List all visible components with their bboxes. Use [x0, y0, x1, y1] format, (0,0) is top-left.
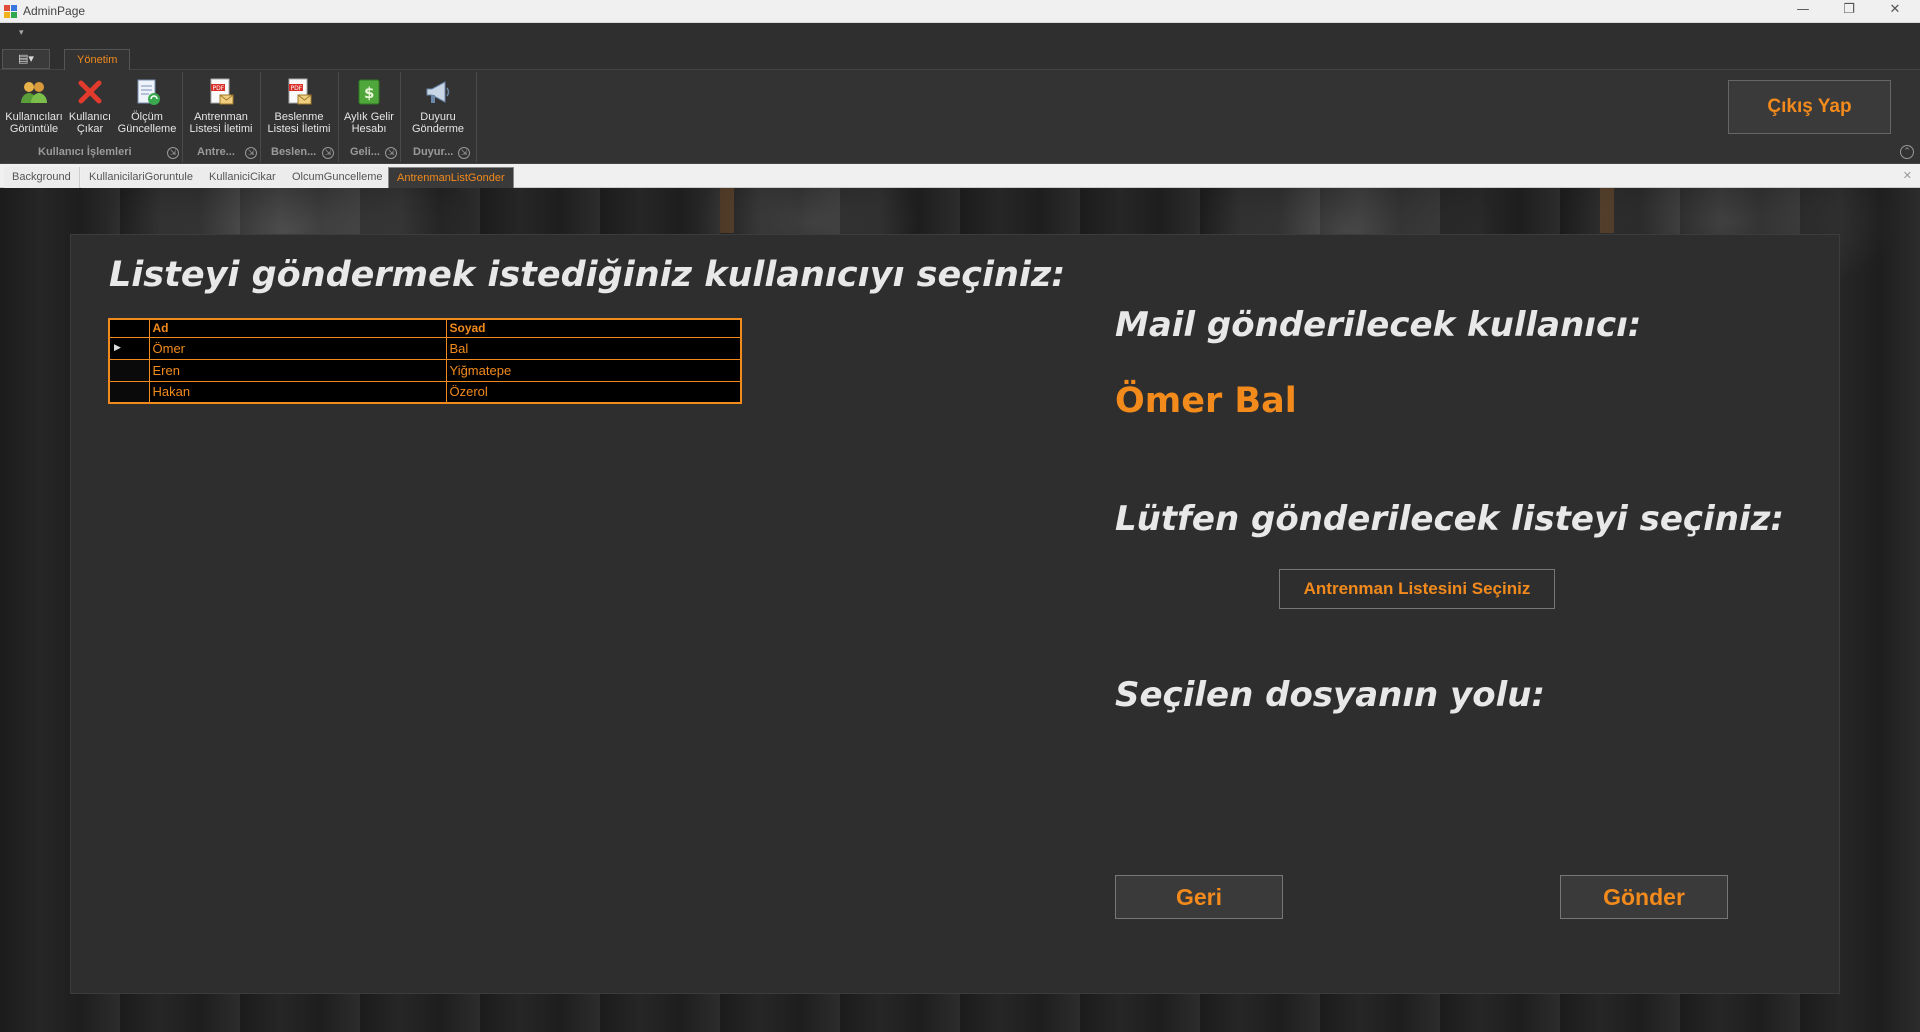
- red-x-icon: [75, 77, 105, 107]
- group-launcher-icon[interactable]: ⇲: [245, 147, 257, 159]
- group-launcher-icon[interactable]: ⇲: [458, 147, 470, 159]
- users-icon: [19, 77, 49, 107]
- megaphone-icon: [423, 77, 453, 107]
- selected-file-path-heading: Seçilen dosyanın yolu:: [1115, 675, 1546, 715]
- qat-dropdown-icon[interactable]: ▾: [19, 28, 24, 38]
- cell-ad[interactable]: Eren: [148, 358, 447, 382]
- group-separator: [476, 72, 477, 162]
- table-row[interactable]: Hakan Özerol: [108, 380, 742, 404]
- doctab-olcum-guncelleme[interactable]: OlcumGuncelleme: [284, 167, 392, 188]
- doctab-background[interactable]: Background: [4, 167, 80, 188]
- cell-ad[interactable]: Hakan: [148, 380, 447, 404]
- select-training-list-button[interactable]: Antrenman Listesini Seçiniz: [1279, 569, 1555, 609]
- grid-header-row: Ad Soyad: [108, 318, 742, 338]
- document-tabs: Background KullanicilariGoruntule Kullan…: [0, 164, 1920, 188]
- beslenme-listesi-iletimi-label: Beslenme Listesi İletimi: [267, 111, 331, 135]
- duyuru-gonderme-label: Duyuru Gönderme: [412, 111, 464, 135]
- money-icon: $: [354, 77, 384, 107]
- kullanicilari-goruntule-button[interactable]: Kullanıcıları Görüntüle: [4, 73, 64, 143]
- minimize-button[interactable]: —: [1780, 0, 1826, 22]
- row-header[interactable]: [108, 358, 150, 382]
- app-icon: [4, 5, 17, 18]
- restore-button[interactable]: ❐: [1826, 0, 1872, 22]
- group-separator: [182, 72, 183, 162]
- group-separator: [400, 72, 401, 162]
- back-button[interactable]: Geri: [1115, 875, 1283, 919]
- group-launcher-icon[interactable]: ⇲: [167, 147, 179, 159]
- table-row[interactable]: Eren Yiğmatepe: [108, 358, 742, 382]
- olcum-guncelleme-button[interactable]: Ölçüm Güncelleme: [116, 73, 178, 143]
- group-caption-kullanici-islemleri: Kullanıcı İşlemleri: [38, 146, 132, 158]
- kullanici-cikar-label: Kullanıcı Çıkar: [68, 111, 112, 135]
- cell-soyad[interactable]: Yiğmatepe: [445, 358, 742, 382]
- kullanicilari-goruntule-label: Kullanıcıları Görüntüle: [5, 111, 63, 135]
- document-refresh-icon: [132, 77, 162, 107]
- cell-soyad[interactable]: Bal: [445, 336, 742, 360]
- doctab-kullanicilari-goruntule[interactable]: KullanicilariGoruntule: [81, 167, 202, 188]
- pdf-mail-icon: PDF: [284, 77, 314, 107]
- aylik-gelir-hesabi-label: Aylık Gelir Hesabı: [344, 111, 394, 135]
- group-caption-antrenman: Antre...: [197, 146, 235, 158]
- svg-text:PDF: PDF: [291, 85, 303, 92]
- background-decor: [1600, 188, 1614, 233]
- ribbon-panel: Kullanıcıları Görüntüle Kullanıcı Çıkar …: [0, 70, 1920, 164]
- send-list-panel: Listeyi göndermek istediğiniz kullanıcıy…: [70, 234, 1840, 994]
- grid-corner-cell: [108, 318, 150, 338]
- olcum-guncelleme-label: Ölçüm Güncelleme: [117, 111, 177, 135]
- beslenme-listesi-iletimi-button[interactable]: PDF Beslenme Listesi İletimi: [264, 73, 334, 143]
- kullanici-cikar-button[interactable]: Kullanıcı Çıkar: [66, 73, 114, 143]
- duyuru-gonderme-button[interactable]: Duyuru Gönderme: [404, 73, 472, 143]
- background-decor: [720, 188, 734, 233]
- application-menu-button[interactable]: ▤▾: [2, 49, 50, 69]
- doctab-antrenman-list-gonder[interactable]: AntrenmanListGonder: [388, 167, 514, 188]
- ribbon-tabs: ▤▾ Yönetim: [0, 47, 1920, 71]
- svg-text:$: $: [364, 84, 374, 102]
- mail-recipient-heading: Mail gönderilecek kullanıcı:: [1115, 305, 1642, 345]
- quick-access-toolbar: ▾: [0, 23, 1920, 47]
- group-caption-duyuru: Duyur...: [413, 146, 454, 158]
- select-user-heading: Listeyi göndermek istediğiniz kullanıcıy…: [109, 255, 1066, 295]
- users-grid[interactable]: Ad Soyad ▶ Ömer Bal Eren Yiğmatepe Hakan…: [108, 318, 742, 404]
- cell-ad[interactable]: Ömer: [148, 336, 447, 360]
- group-separator: [260, 72, 261, 162]
- selected-user-name: Ömer Bal: [1115, 381, 1297, 421]
- select-list-heading: Lütfen gönderilecek listeyi seçiniz:: [1115, 499, 1784, 539]
- tab-yonetim[interactable]: Yönetim: [64, 49, 131, 71]
- group-caption-gelir: Geli...: [350, 146, 380, 158]
- close-window-button[interactable]: ✕: [1872, 0, 1918, 22]
- doctab-kullanici-cikar[interactable]: KullaniciCikar: [201, 167, 285, 188]
- aylik-gelir-hesabi-button[interactable]: $ Aylık Gelir Hesabı: [342, 73, 396, 143]
- current-row-indicator-icon[interactable]: ▶: [108, 336, 150, 360]
- group-separator: [338, 72, 339, 162]
- window-titlebar: AdminPage — ❐ ✕: [0, 0, 1920, 23]
- group-launcher-icon[interactable]: ⇲: [385, 147, 397, 159]
- close-tab-icon[interactable]: ✕: [1903, 169, 1912, 182]
- window-title: AdminPage: [23, 4, 86, 18]
- antrenman-listesi-iletimi-label: Antrenman Listesi İletimi: [189, 111, 253, 135]
- exit-button[interactable]: Çıkış Yap: [1728, 80, 1891, 134]
- column-header-soyad[interactable]: Soyad: [445, 318, 742, 338]
- table-row[interactable]: ▶ Ömer Bal: [108, 336, 742, 360]
- group-caption-beslenme: Beslen...: [271, 146, 317, 158]
- row-header[interactable]: [108, 380, 150, 404]
- collapse-ribbon-icon[interactable]: ⌃: [1900, 145, 1914, 159]
- pdf-mail-icon: PDF: [206, 77, 236, 107]
- column-header-ad[interactable]: Ad: [148, 318, 447, 338]
- group-launcher-icon[interactable]: ⇲: [322, 147, 334, 159]
- cell-soyad[interactable]: Özerol: [445, 380, 742, 404]
- antrenman-listesi-iletimi-button[interactable]: PDF Antrenman Listesi İletimi: [186, 73, 256, 143]
- svg-text:PDF: PDF: [213, 85, 225, 92]
- send-button[interactable]: Gönder: [1560, 875, 1728, 919]
